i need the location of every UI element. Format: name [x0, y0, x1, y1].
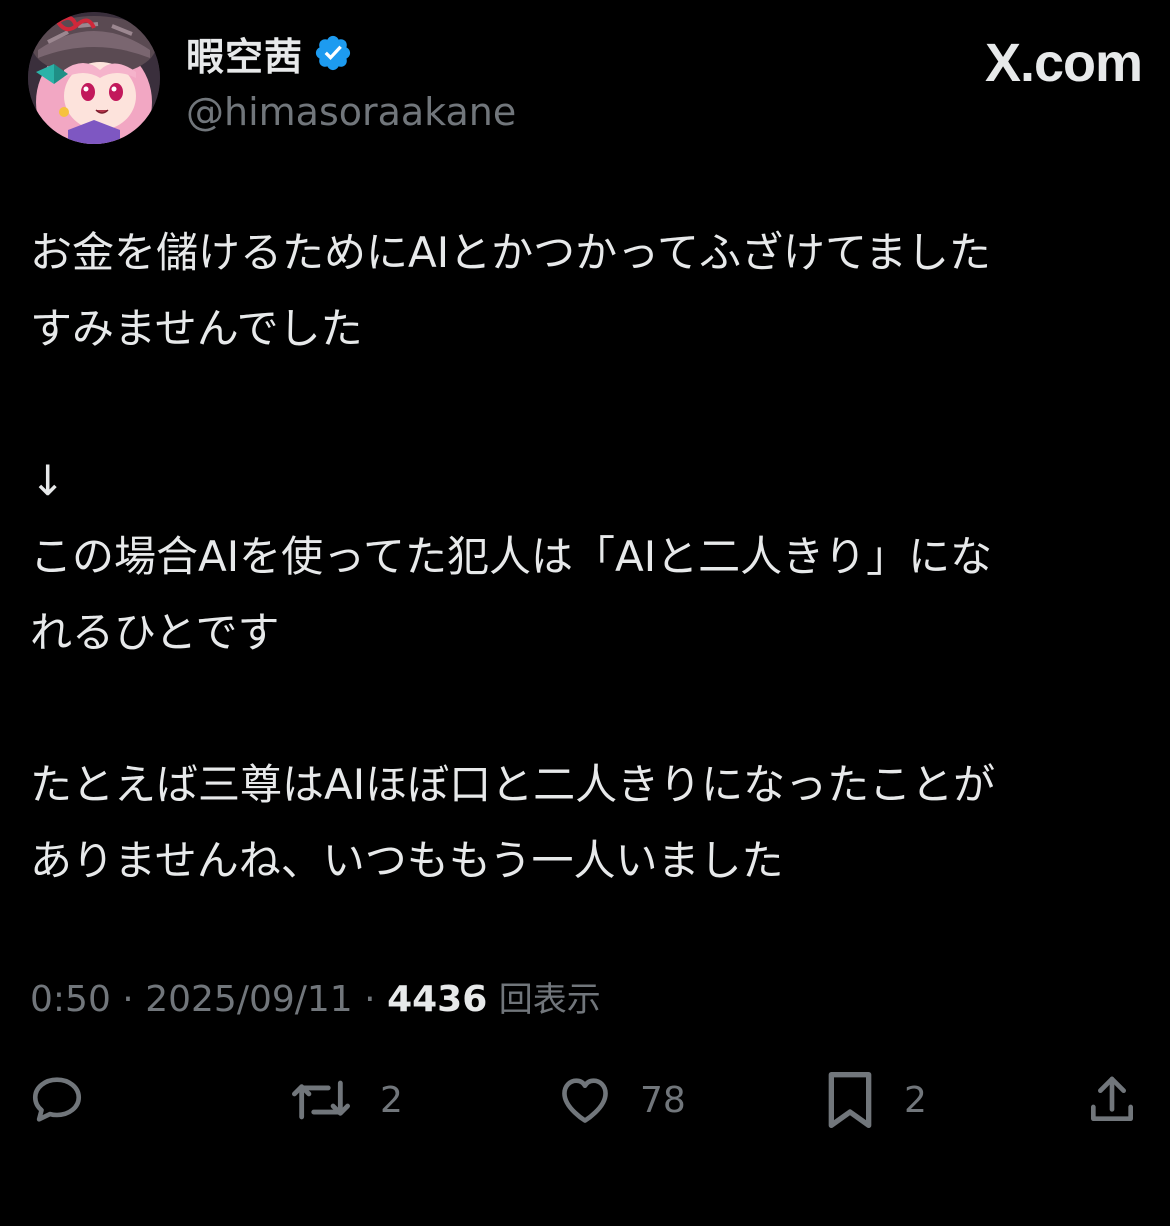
retweet-count: 2	[380, 1079, 403, 1121]
user-names: 暇空茜 @himasoraakane	[186, 30, 516, 135]
bookmark-count: 2	[904, 1079, 927, 1121]
tweet-line	[30, 367, 1140, 443]
tweet-meta: 0:50 · 2025/09/11 · 4436 回表示	[30, 972, 601, 1021]
retweet-button[interactable]: 2	[288, 1064, 403, 1136]
heart-icon	[562, 1078, 608, 1123]
view-count-label: 回表示	[498, 980, 601, 1020]
verified-badge-icon	[313, 33, 353, 73]
brand-logo: X.com	[984, 33, 1143, 93]
tweet-header: 暇空茜 @himasoraakane X.com	[28, 12, 1143, 148]
retweet-icon	[291, 1080, 350, 1120]
display-name-row: 暇空茜	[186, 30, 516, 79]
tweet-line: たとえば三尊はAIほぼ口と二人きりになったことが	[30, 760, 996, 809]
user-handle[interactable]: @himasoraakane	[186, 90, 516, 134]
tweet-line: ありませんね、いつももう一人いました	[30, 836, 784, 885]
share-button[interactable]	[1084, 1064, 1166, 1136]
meta-separator: ·	[122, 979, 134, 1020]
tweet-line: れるひとです	[30, 608, 280, 657]
tweet-time[interactable]: 0:50	[30, 979, 111, 1020]
reply-button[interactable]	[28, 1064, 112, 1136]
action-bar: 2 78 2	[0, 1064, 1170, 1136]
tweet-line	[30, 671, 1140, 747]
bookmark-button[interactable]: 2	[822, 1064, 927, 1136]
like-button[interactable]: 78	[556, 1064, 686, 1136]
meta-separator: ·	[364, 979, 376, 1020]
like-count: 78	[640, 1079, 686, 1121]
tweet-line: お金を儲けるためにAIとかつかってふざけてました	[30, 228, 991, 277]
display-name[interactable]: 暇空茜	[186, 26, 303, 81]
view-count: 4436	[387, 979, 488, 1020]
avatar-illustration	[28, 12, 160, 144]
tweet-text: お金を儲けるためにAIとかつかってふざけてました すみませんでした ↓ この場合…	[30, 215, 1140, 899]
avatar[interactable]	[28, 12, 160, 144]
tweet-line: すみませんでした	[30, 304, 363, 353]
share-icon	[1091, 1076, 1133, 1121]
bookmark-icon	[828, 1072, 872, 1128]
reply-icon	[32, 1077, 82, 1122]
tweet-line: この場合AIを使ってた犯人は「AIと二人きり」にな	[30, 532, 993, 581]
tweet-date[interactable]: 2025/09/11	[145, 979, 353, 1020]
tweet-line: ↓	[30, 456, 66, 505]
